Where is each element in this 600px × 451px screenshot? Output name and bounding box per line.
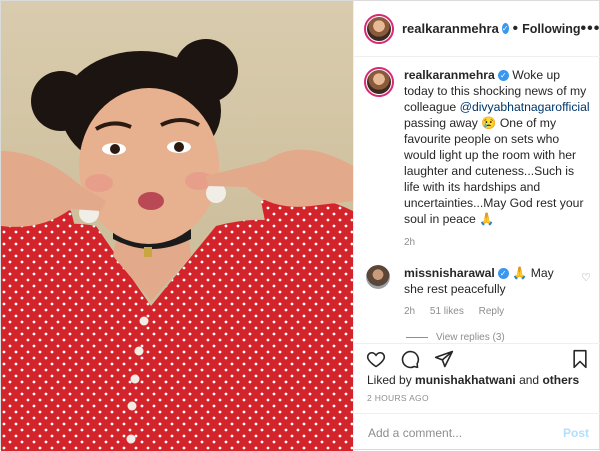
post-button[interactable]: Post bbox=[563, 426, 589, 440]
reply-button[interactable]: Reply bbox=[479, 306, 505, 317]
liked-by-others[interactable]: others bbox=[542, 373, 579, 387]
comment-emoji: 🙏 bbox=[512, 266, 528, 280]
more-icon[interactable]: ••• bbox=[580, 20, 600, 38]
post-header: realkaranmehra ✓ • Following ••• bbox=[354, 1, 600, 57]
share-icon[interactable] bbox=[434, 349, 454, 369]
caption-text-2: passing away bbox=[404, 116, 478, 130]
caption-time[interactable]: 2h bbox=[404, 237, 415, 248]
crying-emoji: 😢 bbox=[481, 116, 497, 130]
post-photo-illustration bbox=[1, 39, 353, 451]
liked-by-user[interactable]: munishakhatwani bbox=[415, 373, 516, 387]
post-timestamp[interactable]: 2 HOURS AGO bbox=[367, 393, 429, 403]
post-photo[interactable] bbox=[1, 1, 353, 451]
post-sidebar: realkaranmehra ✓ • Following ••• realkar… bbox=[353, 1, 600, 451]
caption-text-3: One of my favourite people on sets who w… bbox=[404, 116, 584, 226]
likes-prefix: Liked by bbox=[367, 373, 412, 387]
verified-icon: ✓ bbox=[497, 268, 509, 280]
caption-avatar[interactable] bbox=[364, 67, 394, 97]
following-button[interactable]: Following bbox=[522, 22, 580, 36]
view-replies-button[interactable]: View replies (3) bbox=[406, 332, 591, 343]
comment-item: missnisharawal ✓ 🙏 May she rest peacefull… bbox=[364, 265, 591, 320]
caption-username[interactable]: realkaranmehra bbox=[404, 68, 495, 82]
header-separator: • bbox=[512, 19, 519, 37]
comment-likes[interactable]: 51 likes bbox=[430, 306, 464, 317]
pray-emoji: 🙏 bbox=[479, 212, 495, 226]
comment-input[interactable] bbox=[366, 424, 563, 441]
instagram-post: realkaranmehra ✓ • Following ••• realkar… bbox=[0, 0, 600, 451]
heart-icon[interactable] bbox=[366, 349, 386, 369]
comment-heart-icon[interactable]: ♡ bbox=[581, 271, 591, 320]
author-username[interactable]: realkaranmehra bbox=[402, 21, 499, 36]
verified-icon: ✓ bbox=[497, 70, 509, 82]
caption-mention[interactable]: @divyabhatnagarofficial bbox=[460, 100, 590, 114]
comment-icon[interactable] bbox=[400, 349, 420, 369]
add-comment-bar: Post bbox=[354, 413, 600, 451]
likes-summary: Liked by munishakhatwani and others bbox=[367, 373, 579, 387]
commenter-username[interactable]: missnisharawal bbox=[404, 266, 495, 280]
likes-and: and bbox=[519, 373, 540, 387]
bookmark-icon[interactable] bbox=[571, 349, 589, 369]
caption: realkaranmehra ✓ Woke up today to this sh… bbox=[364, 67, 591, 251]
author-avatar[interactable] bbox=[364, 13, 394, 44]
verified-icon: ✓ bbox=[501, 23, 509, 34]
commenter-avatar[interactable] bbox=[366, 265, 390, 289]
comment-time[interactable]: 2h bbox=[404, 306, 415, 317]
action-bar bbox=[354, 343, 600, 373]
comments-section[interactable]: realkaranmehra ✓ Woke up today to this sh… bbox=[354, 57, 600, 343]
